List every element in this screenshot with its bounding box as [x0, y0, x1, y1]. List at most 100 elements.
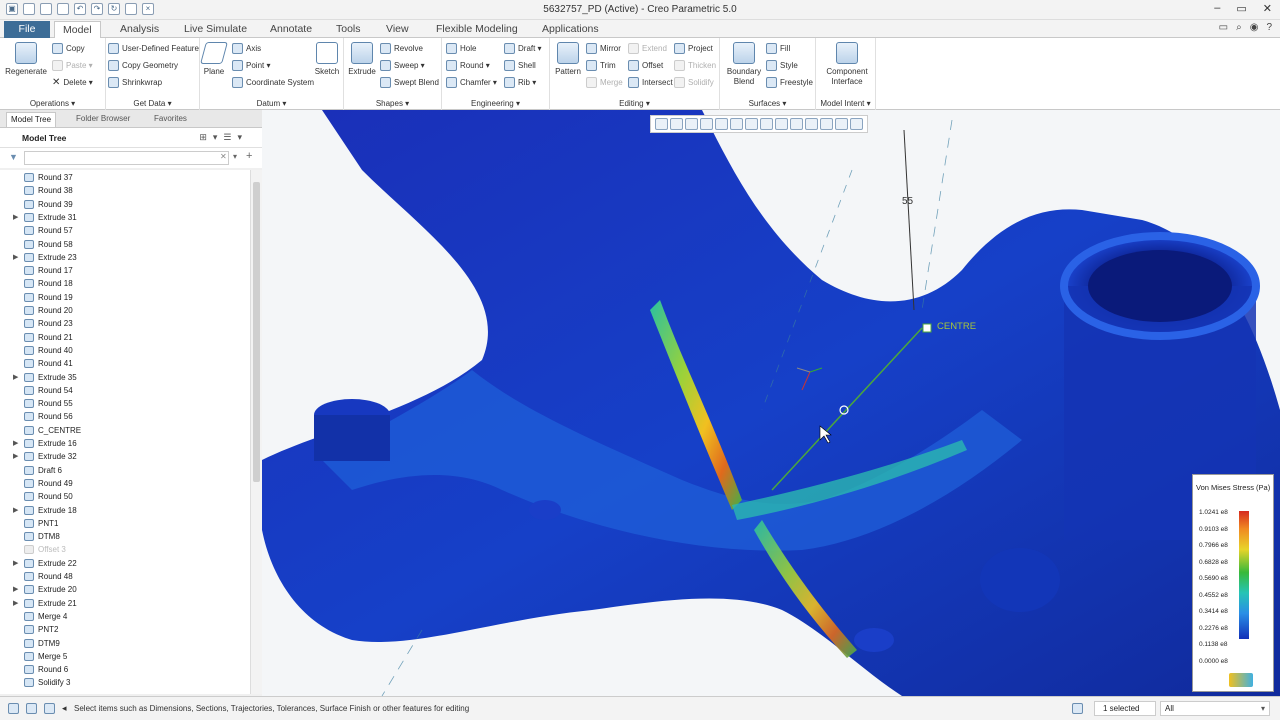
tree-item[interactable]: Round 56 — [0, 410, 246, 423]
boundary-blend-button[interactable]: Boundary Blend — [724, 42, 764, 87]
zoom-in-icon[interactable] — [670, 118, 683, 130]
fem-stress-model[interactable] — [262, 110, 1280, 696]
help-icon[interactable]: ? — [1266, 22, 1272, 33]
tree-item[interactable]: ▶ Extrude 18 — [0, 504, 246, 517]
expand-arrow-icon[interactable]: ▶ — [13, 557, 18, 570]
surfaces-label[interactable]: Surfaces ▾ — [720, 99, 815, 108]
draft-button[interactable]: Draft ▾ — [504, 43, 542, 54]
tree-item[interactable]: Merge 4 — [0, 610, 246, 623]
community-icon[interactable]: ◉ — [1250, 22, 1259, 33]
tab-tools[interactable]: Tools — [328, 21, 369, 38]
tree-item[interactable]: Round 40 — [0, 344, 246, 357]
search-dropdown-icon[interactable]: ▾ — [233, 152, 237, 161]
expand-arrow-icon[interactable]: ▶ — [13, 597, 18, 610]
tree-item[interactable]: Round 55 — [0, 397, 246, 410]
tree-item[interactable]: DTM8 — [0, 530, 246, 543]
tree-item[interactable]: Round 20 — [0, 304, 246, 317]
mirror-button[interactable]: Mirror — [586, 43, 621, 54]
plane-button[interactable]: Plane — [200, 42, 228, 76]
get-data-label[interactable]: Get Data ▾ — [106, 99, 199, 108]
spin-center-icon[interactable] — [715, 118, 728, 130]
hole-button[interactable]: Hole — [446, 43, 476, 54]
copy-geometry-button[interactable]: Copy Geometry — [108, 60, 178, 71]
tree-item[interactable]: Round 38 — [0, 184, 246, 197]
tree-item[interactable]: Round 41 — [0, 357, 246, 370]
udf-button[interactable]: User-Defined Feature — [108, 43, 199, 54]
tree-item[interactable]: Round 54 — [0, 384, 246, 397]
regenerate-button[interactable]: Regenerate — [4, 42, 48, 76]
sketch-button[interactable]: Sketch — [312, 42, 342, 76]
selection-filter[interactable]: All ▾ — [1160, 701, 1270, 716]
tree-item[interactable]: ▶ Extrude 16 — [0, 437, 246, 450]
status-fullscreen-icon[interactable] — [44, 703, 55, 714]
tree-item[interactable]: Round 37 — [0, 171, 246, 184]
datum-display-icon[interactable] — [805, 118, 818, 130]
offset-button[interactable]: Offset — [628, 60, 663, 71]
view-manager-icon[interactable] — [730, 118, 743, 130]
refit-icon[interactable] — [655, 118, 668, 130]
tab-applications[interactable]: Applications — [534, 21, 607, 38]
tab-flexible-modeling[interactable]: Flexible Modeling — [428, 21, 526, 38]
tab-favorites[interactable]: Favorites — [150, 112, 191, 127]
project-button[interactable]: Project — [674, 43, 713, 54]
repaint-icon[interactable] — [700, 118, 713, 130]
delete-button[interactable]: ✕ Delete ▾ — [52, 77, 93, 88]
close-button[interactable]: ✕ — [1263, 2, 1272, 15]
appearance-icon[interactable] — [835, 118, 848, 130]
minimize-button[interactable]: – — [1214, 2, 1220, 15]
settings-icon[interactable]: ☰ — [223, 132, 231, 143]
tree-item[interactable]: ▶ Extrude 22 — [0, 557, 246, 570]
selection-count[interactable]: 1 selected — [1094, 701, 1156, 716]
zoom-out-icon[interactable] — [685, 118, 698, 130]
editing-label[interactable]: Editing ▾ — [550, 99, 719, 108]
trim-button[interactable]: Trim — [586, 60, 616, 71]
tab-file[interactable]: File — [4, 21, 50, 38]
extrude-button[interactable]: Extrude — [346, 42, 378, 76]
tree-search-input[interactable] — [24, 151, 229, 165]
thicken-button[interactable]: Thicken — [674, 60, 716, 71]
operations-label[interactable]: Operations ▾ — [0, 99, 105, 108]
section-icon[interactable] — [790, 118, 803, 130]
maximize-button[interactable]: ▭ — [1236, 2, 1246, 15]
saved-orientations-icon[interactable] — [745, 118, 758, 130]
fill-button[interactable]: Fill — [766, 43, 790, 54]
tab-folder-browser[interactable]: Folder Browser — [72, 112, 134, 127]
paste-button[interactable]: Paste ▾ — [52, 60, 93, 71]
round-button[interactable]: Round ▾ — [446, 60, 490, 71]
chamfer-button[interactable]: Chamfer ▾ — [446, 77, 497, 88]
tree-item[interactable]: Round 39 — [0, 198, 246, 211]
datum-label[interactable]: Datum ▾ — [200, 99, 343, 108]
tree-item[interactable]: Round 21 — [0, 331, 246, 344]
show-icon[interactable]: ▾ — [213, 132, 218, 143]
freestyle-button[interactable]: Freestyle — [766, 77, 813, 88]
tab-view[interactable]: View — [378, 21, 417, 38]
display-style-icon[interactable] — [760, 118, 773, 130]
filter-icon[interactable]: ▼ — [9, 152, 18, 162]
expand-arrow-icon[interactable]: ▶ — [13, 251, 18, 264]
tree-item[interactable]: Round 48 — [0, 570, 246, 583]
model-intent-label[interactable]: Model Intent ▾ — [816, 99, 875, 108]
tree-item[interactable]: Round 23 — [0, 317, 246, 330]
expand-arrow-icon[interactable]: ▶ — [13, 437, 18, 450]
expand-arrow-icon[interactable]: ▶ — [13, 583, 18, 596]
sweep-button[interactable]: Sweep ▾ — [380, 60, 425, 71]
tree-scrollbar[interactable] — [250, 170, 262, 694]
tree-item[interactable]: ▶ Extrude 31 — [0, 211, 246, 224]
layout-icon[interactable]: ▭ — [1219, 22, 1228, 33]
swept-blend-button[interactable]: Swept Blend — [380, 77, 439, 88]
axis-button[interactable]: Axis — [232, 43, 261, 54]
settings-dropdown-icon[interactable]: ▾ — [237, 132, 242, 143]
tab-live-simulate[interactable]: Live Simulate — [176, 21, 255, 38]
expand-arrow-icon[interactable]: ▶ — [13, 504, 18, 517]
expand-arrow-icon[interactable]: ▶ — [13, 371, 18, 384]
tree-item[interactable]: ▶ Extrude 32 — [0, 450, 246, 463]
find-icon[interactable] — [1072, 703, 1083, 714]
extend-button[interactable]: Extend — [628, 43, 667, 54]
graphics-viewport[interactable]: 55 CENTRE — [262, 110, 1280, 696]
legend-options-icon[interactable] — [1229, 673, 1253, 687]
search-icon[interactable]: ⌕ — [1236, 22, 1242, 33]
coordinate-system-button[interactable]: Coordinate System — [232, 77, 314, 88]
expand-arrow-icon[interactable]: ▶ — [13, 211, 18, 224]
tree-item[interactable]: ▶ Extrude 23 — [0, 251, 246, 264]
revolve-button[interactable]: Revolve — [380, 43, 423, 54]
